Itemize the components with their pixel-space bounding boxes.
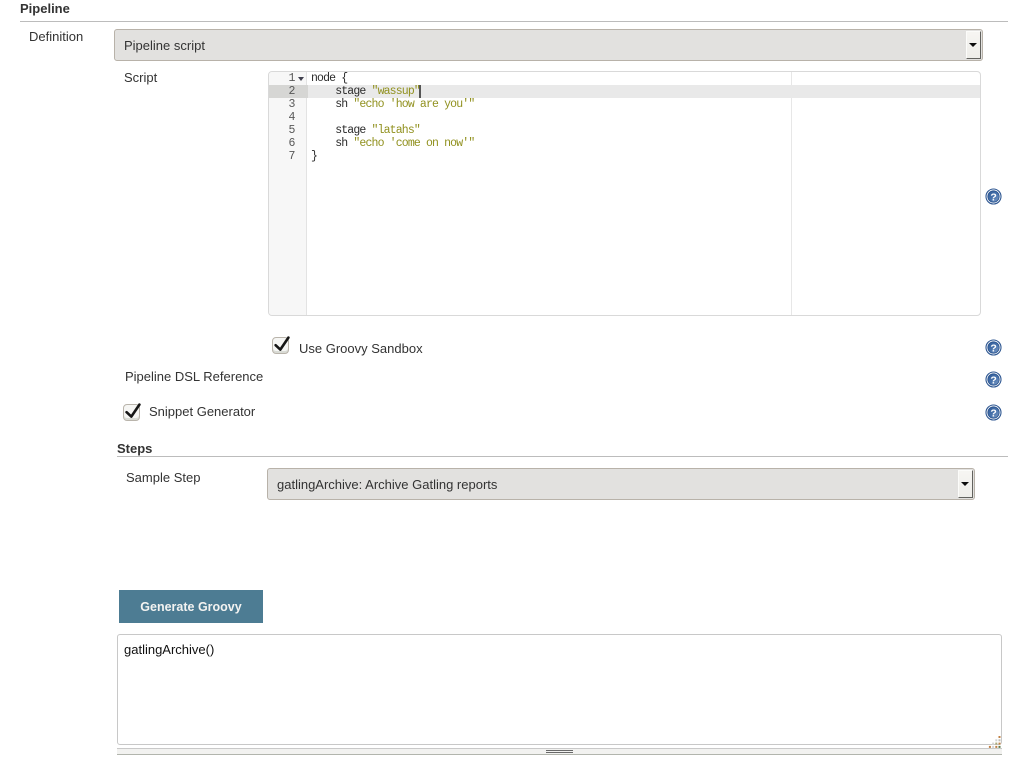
svg-text:?: ? (990, 407, 996, 419)
svg-text:?: ? (990, 374, 996, 386)
svg-text:?: ? (990, 191, 996, 203)
svg-text:?: ? (990, 342, 996, 354)
